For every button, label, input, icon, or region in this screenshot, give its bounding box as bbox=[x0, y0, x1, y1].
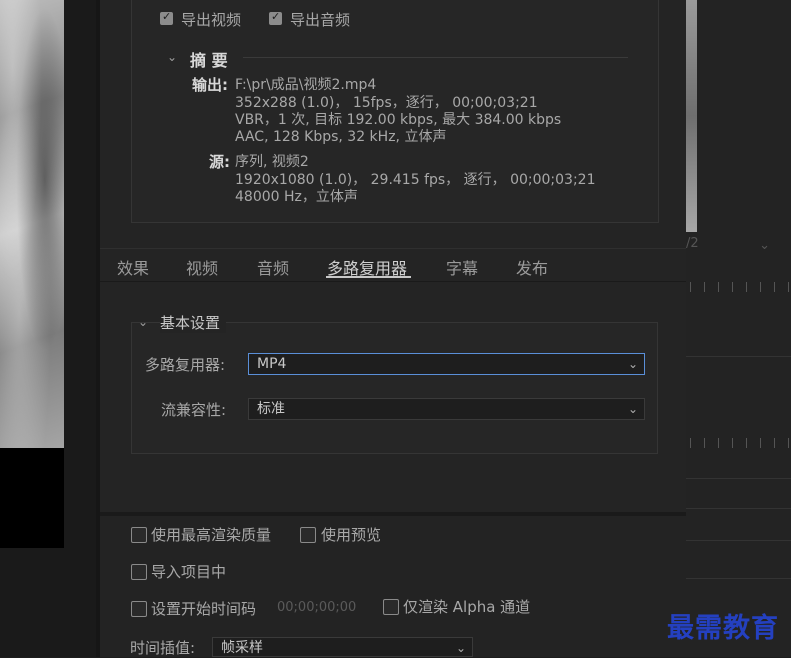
import-into-project-label: 导入项目中 bbox=[151, 563, 227, 581]
summary-title-rule bbox=[243, 57, 628, 58]
source-key: 源: bbox=[209, 153, 230, 171]
chevron-down-icon: ⌄ bbox=[627, 357, 638, 371]
time-interpolation-select[interactable]: 帧采样 ⌄ bbox=[212, 637, 473, 657]
export-video-checkbox[interactable] bbox=[160, 10, 173, 25]
output-audio-info: AAC, 128 Kbps, 32 kHz, 立体声 bbox=[235, 129, 447, 145]
active-tab-indicator bbox=[326, 276, 411, 278]
tab-effects[interactable]: 效果 bbox=[117, 255, 149, 279]
timeline-ruler[interactable] bbox=[690, 438, 790, 448]
chevron-down-icon: ⌄ bbox=[759, 238, 770, 253]
multiplexer-label: 多路复用器: bbox=[145, 356, 226, 374]
source-audio-info: 48000 Hz，立体声 bbox=[235, 189, 358, 205]
tab-audio[interactable]: 音频 bbox=[257, 255, 289, 279]
stream-compat-label: 流兼容性: bbox=[161, 401, 227, 419]
chevron-down-icon: ⌄ bbox=[627, 402, 638, 416]
panel-separator bbox=[686, 540, 791, 541]
basic-settings-section bbox=[131, 322, 658, 454]
render-alpha-only-label: 仅渲染 Alpha 通道 bbox=[403, 598, 531, 616]
set-start-timecode-label: 设置开始时间码 bbox=[151, 600, 257, 618]
time-interpolation-label: 时间插值: bbox=[130, 639, 196, 657]
panel-separator bbox=[686, 356, 791, 357]
use-previews-label: 使用预览 bbox=[321, 526, 382, 544]
output-key: 输出: bbox=[192, 76, 228, 94]
export-video-label: 导出视频 bbox=[181, 11, 242, 29]
start-timecode-field[interactable]: 00;00;00;00 bbox=[277, 600, 356, 615]
watermark-logo: 最需教育 bbox=[667, 613, 779, 644]
multiplexer-select-value: MP4 bbox=[257, 356, 287, 372]
render-alpha-only-checkbox[interactable] bbox=[383, 599, 399, 615]
zoom-dropdown-value: /2 bbox=[686, 236, 699, 251]
right-preview-panel bbox=[686, 0, 791, 657]
zoom-dropdown[interactable]: /2 ⌄ bbox=[686, 236, 776, 258]
panel-separator bbox=[686, 508, 791, 509]
export-audio-label: 导出音频 bbox=[290, 11, 351, 29]
source-preview-image bbox=[0, 0, 64, 448]
timeline-ruler[interactable] bbox=[690, 282, 790, 292]
use-previews-checkbox[interactable] bbox=[300, 527, 316, 543]
output-preview-image bbox=[686, 0, 697, 232]
max-render-quality-checkbox[interactable] bbox=[131, 527, 147, 543]
time-interpolation-select-value: 帧采样 bbox=[221, 640, 263, 656]
summary-title: 摘 要 bbox=[190, 51, 228, 70]
preview-letterbox bbox=[0, 448, 64, 548]
export-audio-checkbox[interactable] bbox=[269, 10, 282, 25]
multiplexer-select[interactable]: MP4 ⌄ bbox=[248, 353, 645, 375]
max-render-quality-label: 使用最高渲染质量 bbox=[151, 526, 272, 544]
basic-settings-collapse-chevron-icon[interactable]: ⌄ bbox=[138, 315, 148, 329]
output-path: F:\pr\成品\视频2.mp4 bbox=[235, 77, 377, 93]
tab-captions[interactable]: 字幕 bbox=[446, 255, 478, 279]
set-start-timecode-checkbox[interactable] bbox=[131, 601, 147, 617]
import-into-project-checkbox[interactable] bbox=[131, 564, 147, 580]
tab-video[interactable]: 视频 bbox=[186, 255, 218, 279]
panel-separator bbox=[686, 478, 791, 479]
tab-publish[interactable]: 发布 bbox=[516, 255, 548, 279]
panel-separator bbox=[686, 578, 791, 579]
source-name: 序列, 视频2 bbox=[235, 154, 309, 170]
basic-settings-title: 基本设置 bbox=[160, 312, 227, 333]
stream-compat-select-value: 标准 bbox=[257, 401, 285, 417]
tab-separator bbox=[100, 281, 686, 282]
summary-collapse-chevron-icon[interactable]: ⌄ bbox=[167, 50, 177, 64]
stream-compat-select[interactable]: 标准 ⌄ bbox=[248, 398, 645, 420]
chevron-down-icon: ⌄ bbox=[455, 641, 466, 655]
